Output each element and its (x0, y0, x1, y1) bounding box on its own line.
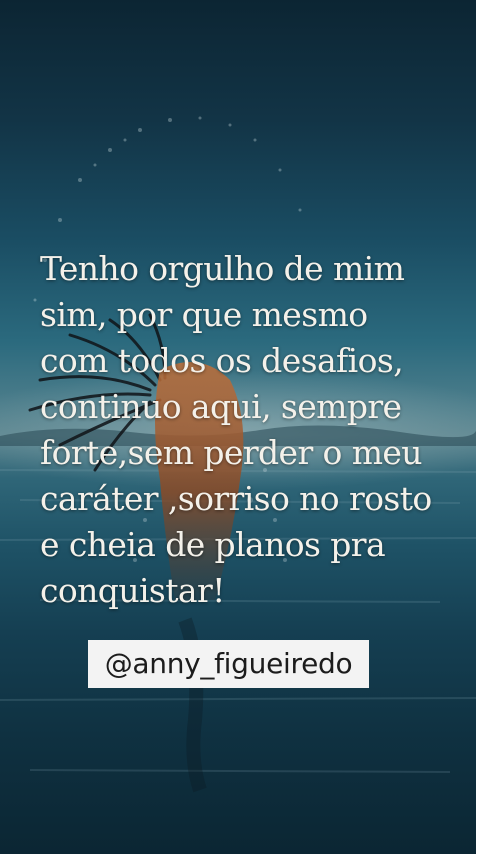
right-edge-gap (476, 0, 480, 854)
quote-line: com todos os desafios, (40, 341, 404, 380)
story-frame: Tenho orgulho de mim sim, por que mesmo … (0, 0, 476, 854)
quote-line: Tenho orgulho de mim (40, 249, 405, 288)
username-tag[interactable]: @anny_figueiredo (88, 640, 369, 688)
quote-text: Tenho orgulho de mim sim, por que mesmo … (40, 246, 460, 614)
quote-line: sim, por que mesmo (40, 295, 368, 334)
quote-line: e cheia de planos pra (40, 525, 386, 564)
quote-line: conquistar! (40, 571, 225, 610)
quote-line: continuo aqui, sempre (40, 387, 402, 426)
quote-line: forte,sem perder o meu (40, 433, 423, 472)
quote-line: caráter ,sorriso no rosto (40, 479, 432, 518)
